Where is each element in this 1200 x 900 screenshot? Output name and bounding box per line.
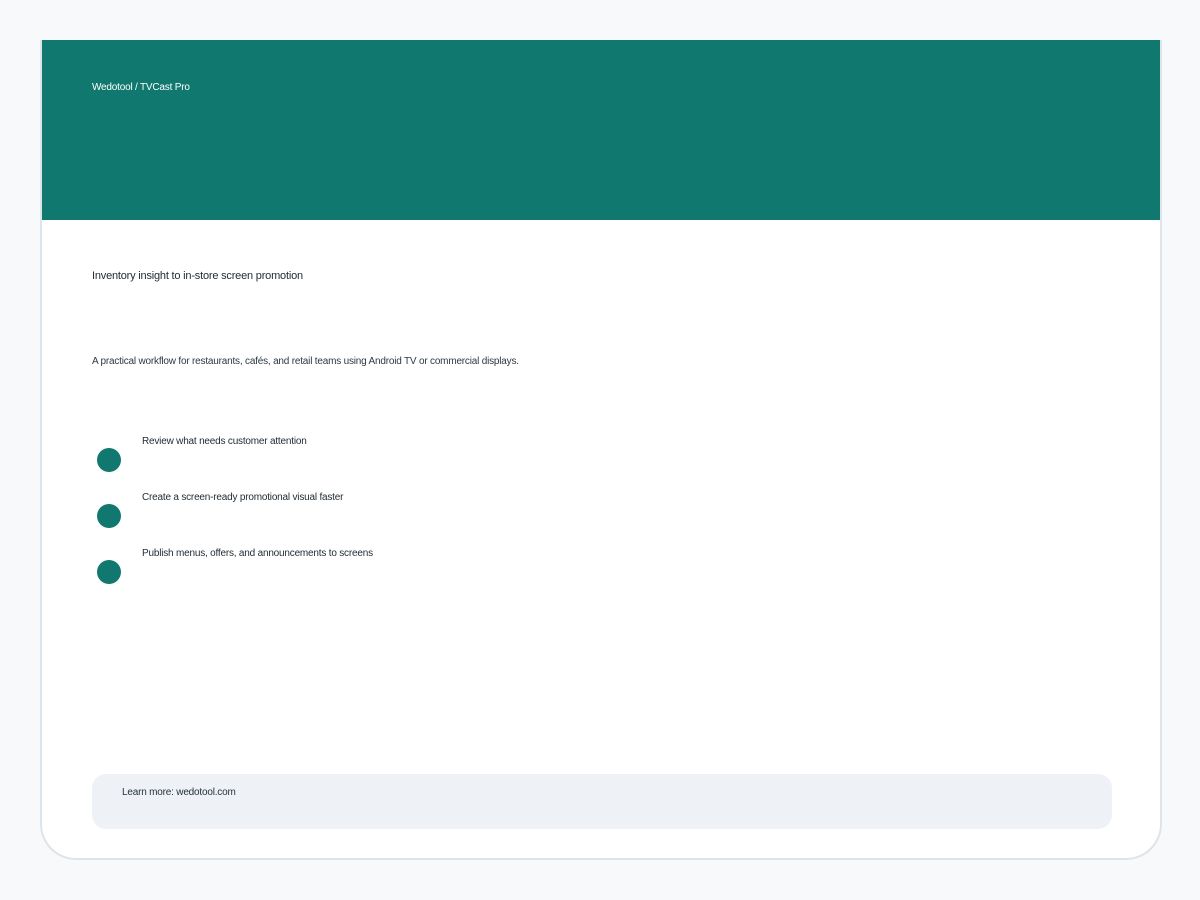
page-subtitle: A practical workflow for restaurants, ca… <box>92 356 519 367</box>
header-banner: Wedotool / TVCast Pro <box>42 40 1160 220</box>
content-card: Wedotool / TVCast Pro Inventory insight … <box>40 40 1162 860</box>
step-bullet-icon <box>97 448 121 472</box>
step-label: Review what needs customer attention <box>142 436 307 447</box>
step-bullet-icon <box>97 560 121 584</box>
step-bullet-icon <box>97 504 121 528</box>
workflow-step: Publish menus, offers, and announcements… <box>92 544 792 600</box>
page-title: Inventory insight to in-store screen pro… <box>92 270 303 282</box>
workflow-steps: Review what needs customer attention Cre… <box>92 432 792 600</box>
brand-label: Wedotool / TVCast Pro <box>92 82 190 93</box>
learn-more-link[interactable]: Learn more: wedotool.com <box>122 787 236 798</box>
step-label: Publish menus, offers, and announcements… <box>142 548 373 559</box>
footer-panel: Learn more: wedotool.com <box>92 774 1112 829</box>
workflow-step: Create a screen-ready promotional visual… <box>92 488 792 544</box>
workflow-step: Review what needs customer attention <box>92 432 792 488</box>
step-label: Create a screen-ready promotional visual… <box>142 492 344 503</box>
